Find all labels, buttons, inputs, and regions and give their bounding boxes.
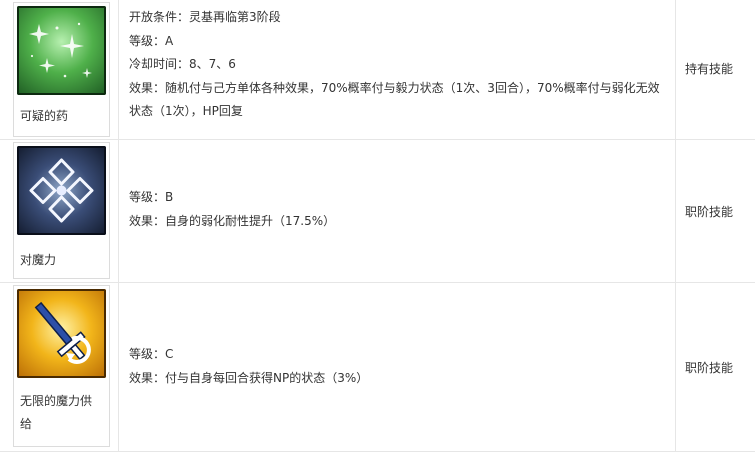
skill-type-cell: 职阶技能 [676,140,755,282]
table-row: 对魔力 等级：B 效果：自身的弱化耐性提升（17.5%） 职阶技能 [0,140,755,283]
skill-effect: 效果：付与自身每回合获得NP的状态（3%） [129,370,369,385]
skill-effect: 效果：随机付与己方单体各种效果，70%概率付与毅力状态（1次、3回合），70%概… [129,80,660,119]
skill-description-cell: 等级：B 效果：自身的弱化耐性提升（17.5%） [119,140,676,282]
skill-type: 职阶技能 [685,361,734,375]
skill-rank: 等级：A [129,33,174,48]
skill-description-cell: 等级：C 效果：付与自身每回合获得NP的状态（3%） [119,283,676,451]
skill-type-cell: 持有技能 [676,0,755,139]
skill-card: 对魔力 [13,142,110,279]
skill-type-cell: 职阶技能 [676,283,755,451]
skill-name: 无限的魔力供给 [20,394,93,431]
potion-icon [17,6,106,95]
skill-rank: 等级：B [129,190,174,204]
skill-description: 等级：B 效果：自身的弱化耐性提升（17.5%） [129,186,335,233]
skill-card: 可疑的药 [13,2,110,137]
skill-type: 持有技能 [685,62,734,76]
skill-icon-cell: 对魔力 [0,140,119,282]
skill-icon-cell: 可疑的药 [0,0,119,139]
skill-type: 职阶技能 [685,205,734,219]
skill-icon-cell: 无限的魔力供给 [0,283,119,451]
skill-rank: 等级：C [129,347,174,361]
anti-magic-icon [17,146,106,235]
skill-description: 等级：C 效果：付与自身每回合获得NP的状态（3%） [129,343,368,390]
sword-icon [17,289,106,378]
skill-description: 开放条件：灵基再临第3阶段 等级：A 冷却时间：8、7、6 效果：随机付与己方单… [129,6,665,124]
skill-name: 可疑的药 [20,109,69,123]
skill-description-cell: 开放条件：灵基再临第3阶段 等级：A 冷却时间：8、7、6 效果：随机付与己方单… [119,0,676,139]
skills-table: 可疑的药 开放条件：灵基再临第3阶段 等级：A 冷却时间：8、7、6 效果：随机… [0,0,755,455]
table-row: 可疑的药 开放条件：灵基再临第3阶段 等级：A 冷却时间：8、7、6 效果：随机… [0,0,755,140]
skill-name: 对魔力 [20,253,57,267]
skill-card: 无限的魔力供给 [13,285,110,447]
skill-effect: 效果：自身的弱化耐性提升（17.5%） [129,213,336,228]
table-row: 无限的魔力供给 等级：C 效果：付与自身每回合获得NP的状态（3%） 职阶技能 [0,283,755,452]
skill-cooldown: 冷却时间：8、7、6 [129,57,236,71]
unlock-condition: 开放条件：灵基再临第3阶段 [129,10,281,24]
